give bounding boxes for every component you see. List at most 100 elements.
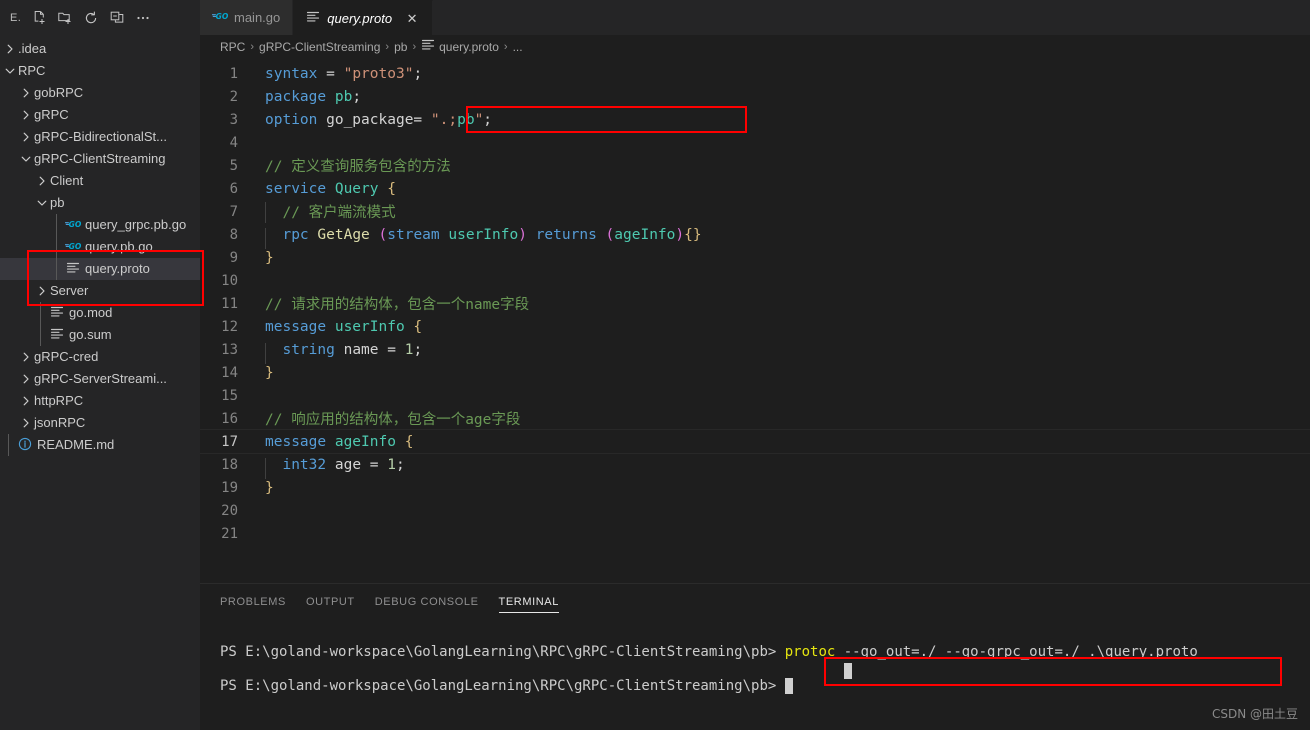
code-line[interactable]: 6 service Query { bbox=[200, 177, 1310, 200]
go-icon: GO bbox=[211, 10, 229, 26]
code-line[interactable]: 1 syntax = "proto3"; bbox=[200, 62, 1310, 85]
code-line[interactable]: 14} bbox=[200, 361, 1310, 384]
breadcrumb-item[interactable]: query.proto bbox=[421, 38, 499, 55]
code-line[interactable]: 10 bbox=[200, 269, 1310, 292]
panel-tab-terminal[interactable]: TERMINAL bbox=[498, 584, 560, 619]
code-line[interactable]: 21 bbox=[200, 522, 1310, 545]
chevron-down-icon[interactable] bbox=[18, 148, 34, 170]
code-line[interactable]: 4 bbox=[200, 131, 1310, 154]
code-line[interactable]: 17 message ageInfo { bbox=[200, 430, 1310, 453]
tree-item-query-pb-go[interactable]: GO query.pb.go bbox=[0, 236, 200, 258]
panel-tab-bar[interactable]: PROBLEMS OUTPUT DEBUG CONSOLE TERMINAL bbox=[200, 584, 1310, 619]
panel-tab-debug-console[interactable]: DEBUG CONSOLE bbox=[375, 584, 479, 619]
code-editor[interactable]: 1 syntax = "proto3"; 2 package pb; 3 option g… bbox=[200, 58, 1310, 583]
new-file-icon[interactable] bbox=[27, 7, 51, 29]
new-folder-icon[interactable] bbox=[53, 7, 77, 29]
tree-item-grpc-bidirectionalst[interactable]: gRPC-BidirectionalSt... bbox=[0, 126, 200, 148]
code-token: rpc bbox=[282, 226, 309, 243]
editor-tab-query-proto[interactable]: query.proto ✕ bbox=[293, 0, 434, 35]
collapse-all-icon[interactable] bbox=[105, 7, 129, 29]
tree-item-pb[interactable]: pb bbox=[0, 192, 200, 214]
code-line[interactable]: 20 bbox=[200, 499, 1310, 522]
svg-text:GO: GO bbox=[216, 12, 228, 21]
tree-item-gobrpc[interactable]: gobRPC bbox=[0, 82, 200, 104]
code-line[interactable]: 3 option go_package= ".;pb"; bbox=[200, 108, 1310, 131]
proto-file-icon bbox=[48, 302, 66, 324]
line-number: 3 bbox=[229, 111, 238, 128]
code-token: // 定义查询服务包含的方法 bbox=[265, 159, 451, 175]
code-line[interactable]: 19} bbox=[200, 476, 1310, 499]
code-token: ) bbox=[675, 226, 685, 243]
tree-item-query-proto[interactable]: query.proto bbox=[0, 258, 200, 280]
breadcrumb-item[interactable]: RPC bbox=[220, 40, 245, 54]
tree-item-grpc-cred[interactable]: gRPC-cred bbox=[0, 346, 200, 368]
chevron-right-icon[interactable] bbox=[18, 390, 34, 412]
line-number: 20 bbox=[221, 502, 238, 519]
tree-item-grpc-clientstreaming[interactable]: gRPC-ClientStreaming bbox=[0, 148, 200, 170]
file-tree[interactable]: .idea RPC gobRPC gRPC gRPC-BidirectionalSt..… bbox=[0, 36, 200, 456]
tree-item-query-grpc-pb-go[interactable]: GO query_grpc.pb.go bbox=[0, 214, 200, 236]
refresh-icon[interactable] bbox=[79, 7, 103, 29]
code-token: ( bbox=[378, 226, 388, 243]
chevron-down-icon[interactable] bbox=[34, 192, 50, 214]
code-line[interactable]: 18 int32 age = 1; bbox=[200, 453, 1310, 479]
more-actions-icon[interactable] bbox=[131, 7, 155, 29]
code-line[interactable]: 15 bbox=[200, 384, 1310, 407]
tree-item-client[interactable]: Client bbox=[0, 170, 200, 192]
tree-item-rpc[interactable]: RPC bbox=[0, 60, 200, 82]
code-line[interactable]: 2 package pb; bbox=[200, 85, 1310, 108]
tree-item-go-mod[interactable]: go.mod bbox=[0, 302, 200, 324]
tree-item-label: gRPC bbox=[34, 107, 69, 122]
editor-tab-main-go[interactable]: GO main.go bbox=[200, 0, 294, 35]
terminal-output[interactable]: PS E:\goland-workspace\GolangLearning\RP… bbox=[200, 619, 1310, 730]
chevron-right-icon[interactable] bbox=[34, 280, 50, 302]
tree-item-grpc-serverstreami[interactable]: gRPC-ServerStreami... bbox=[0, 368, 200, 390]
chevron-right-icon[interactable] bbox=[18, 346, 34, 368]
code-line[interactable]: 9} bbox=[200, 246, 1310, 269]
panel-tab-output[interactable]: OUTPUT bbox=[306, 584, 355, 619]
tree-item-readme-md[interactable]: README.md bbox=[0, 434, 200, 456]
chevron-right-icon[interactable] bbox=[2, 38, 18, 60]
code-line[interactable]: 13 string name = 1; bbox=[200, 338, 1310, 364]
tree-indent-guide bbox=[8, 434, 9, 456]
code-token: = bbox=[317, 65, 344, 82]
code-line[interactable]: 7 // 客户端流模式 bbox=[200, 200, 1310, 223]
code-line[interactable]: 5 // 定义查询服务包含的方法 bbox=[200, 154, 1310, 177]
breadcrumb-item[interactable]: ... bbox=[513, 40, 523, 54]
panel-tab-problems[interactable]: PROBLEMS bbox=[220, 584, 286, 619]
bottom-panel: PROBLEMS OUTPUT DEBUG CONSOLE TERMINAL PS E… bbox=[200, 583, 1310, 730]
code-token: ; bbox=[413, 65, 423, 82]
tree-item-grpc[interactable]: gRPC bbox=[0, 104, 200, 126]
editor-tab-bar[interactable]: GO main.go query.proto ✕ bbox=[200, 0, 1310, 35]
code-token: userInfo bbox=[334, 318, 405, 335]
breadcrumb-item[interactable]: pb bbox=[394, 40, 407, 54]
code-token: "proto3" bbox=[343, 65, 414, 82]
tree-item-jsonrpc[interactable]: jsonRPC bbox=[0, 412, 200, 434]
tree-item-idea[interactable]: .idea bbox=[0, 38, 200, 60]
chevron-right-icon[interactable] bbox=[18, 104, 34, 126]
chevron-right-icon[interactable] bbox=[34, 170, 50, 192]
chevron-right-icon[interactable] bbox=[18, 82, 34, 104]
tree-item-label: Client bbox=[50, 173, 84, 188]
tree-item-go-sum[interactable]: go.sum bbox=[0, 324, 200, 346]
terminal-line[interactable]: PS E:\goland-workspace\GolangLearning\RP… bbox=[220, 675, 1310, 697]
breadcrumb[interactable]: RPC › gRPC-ClientStreaming › pb › query.proto ›… bbox=[200, 35, 1310, 58]
code-line[interactable]: 11 // 请求用的结构体，包含一个name字段 bbox=[200, 292, 1310, 315]
close-icon[interactable]: ✕ bbox=[404, 10, 420, 26]
chevron-right-icon[interactable] bbox=[18, 412, 34, 434]
tree-item-httprpc[interactable]: httpRPC bbox=[0, 390, 200, 412]
tree-item-server[interactable]: Server bbox=[0, 280, 200, 302]
chevron-right-icon[interactable] bbox=[18, 126, 34, 148]
code-line[interactable]: 8 rpc GetAge (stream userInfo) returns (… bbox=[200, 223, 1310, 249]
chevron-down-icon[interactable] bbox=[2, 60, 18, 82]
breadcrumb-item[interactable]: gRPC-ClientStreaming bbox=[259, 40, 380, 54]
code-line[interactable]: 12 message userInfo { bbox=[200, 315, 1310, 338]
svg-text:GO: GO bbox=[69, 241, 81, 250]
code-line[interactable]: 16 // 响应用的结构体，包含一个age字段 bbox=[200, 407, 1310, 430]
chevron-right-icon[interactable] bbox=[18, 368, 34, 390]
